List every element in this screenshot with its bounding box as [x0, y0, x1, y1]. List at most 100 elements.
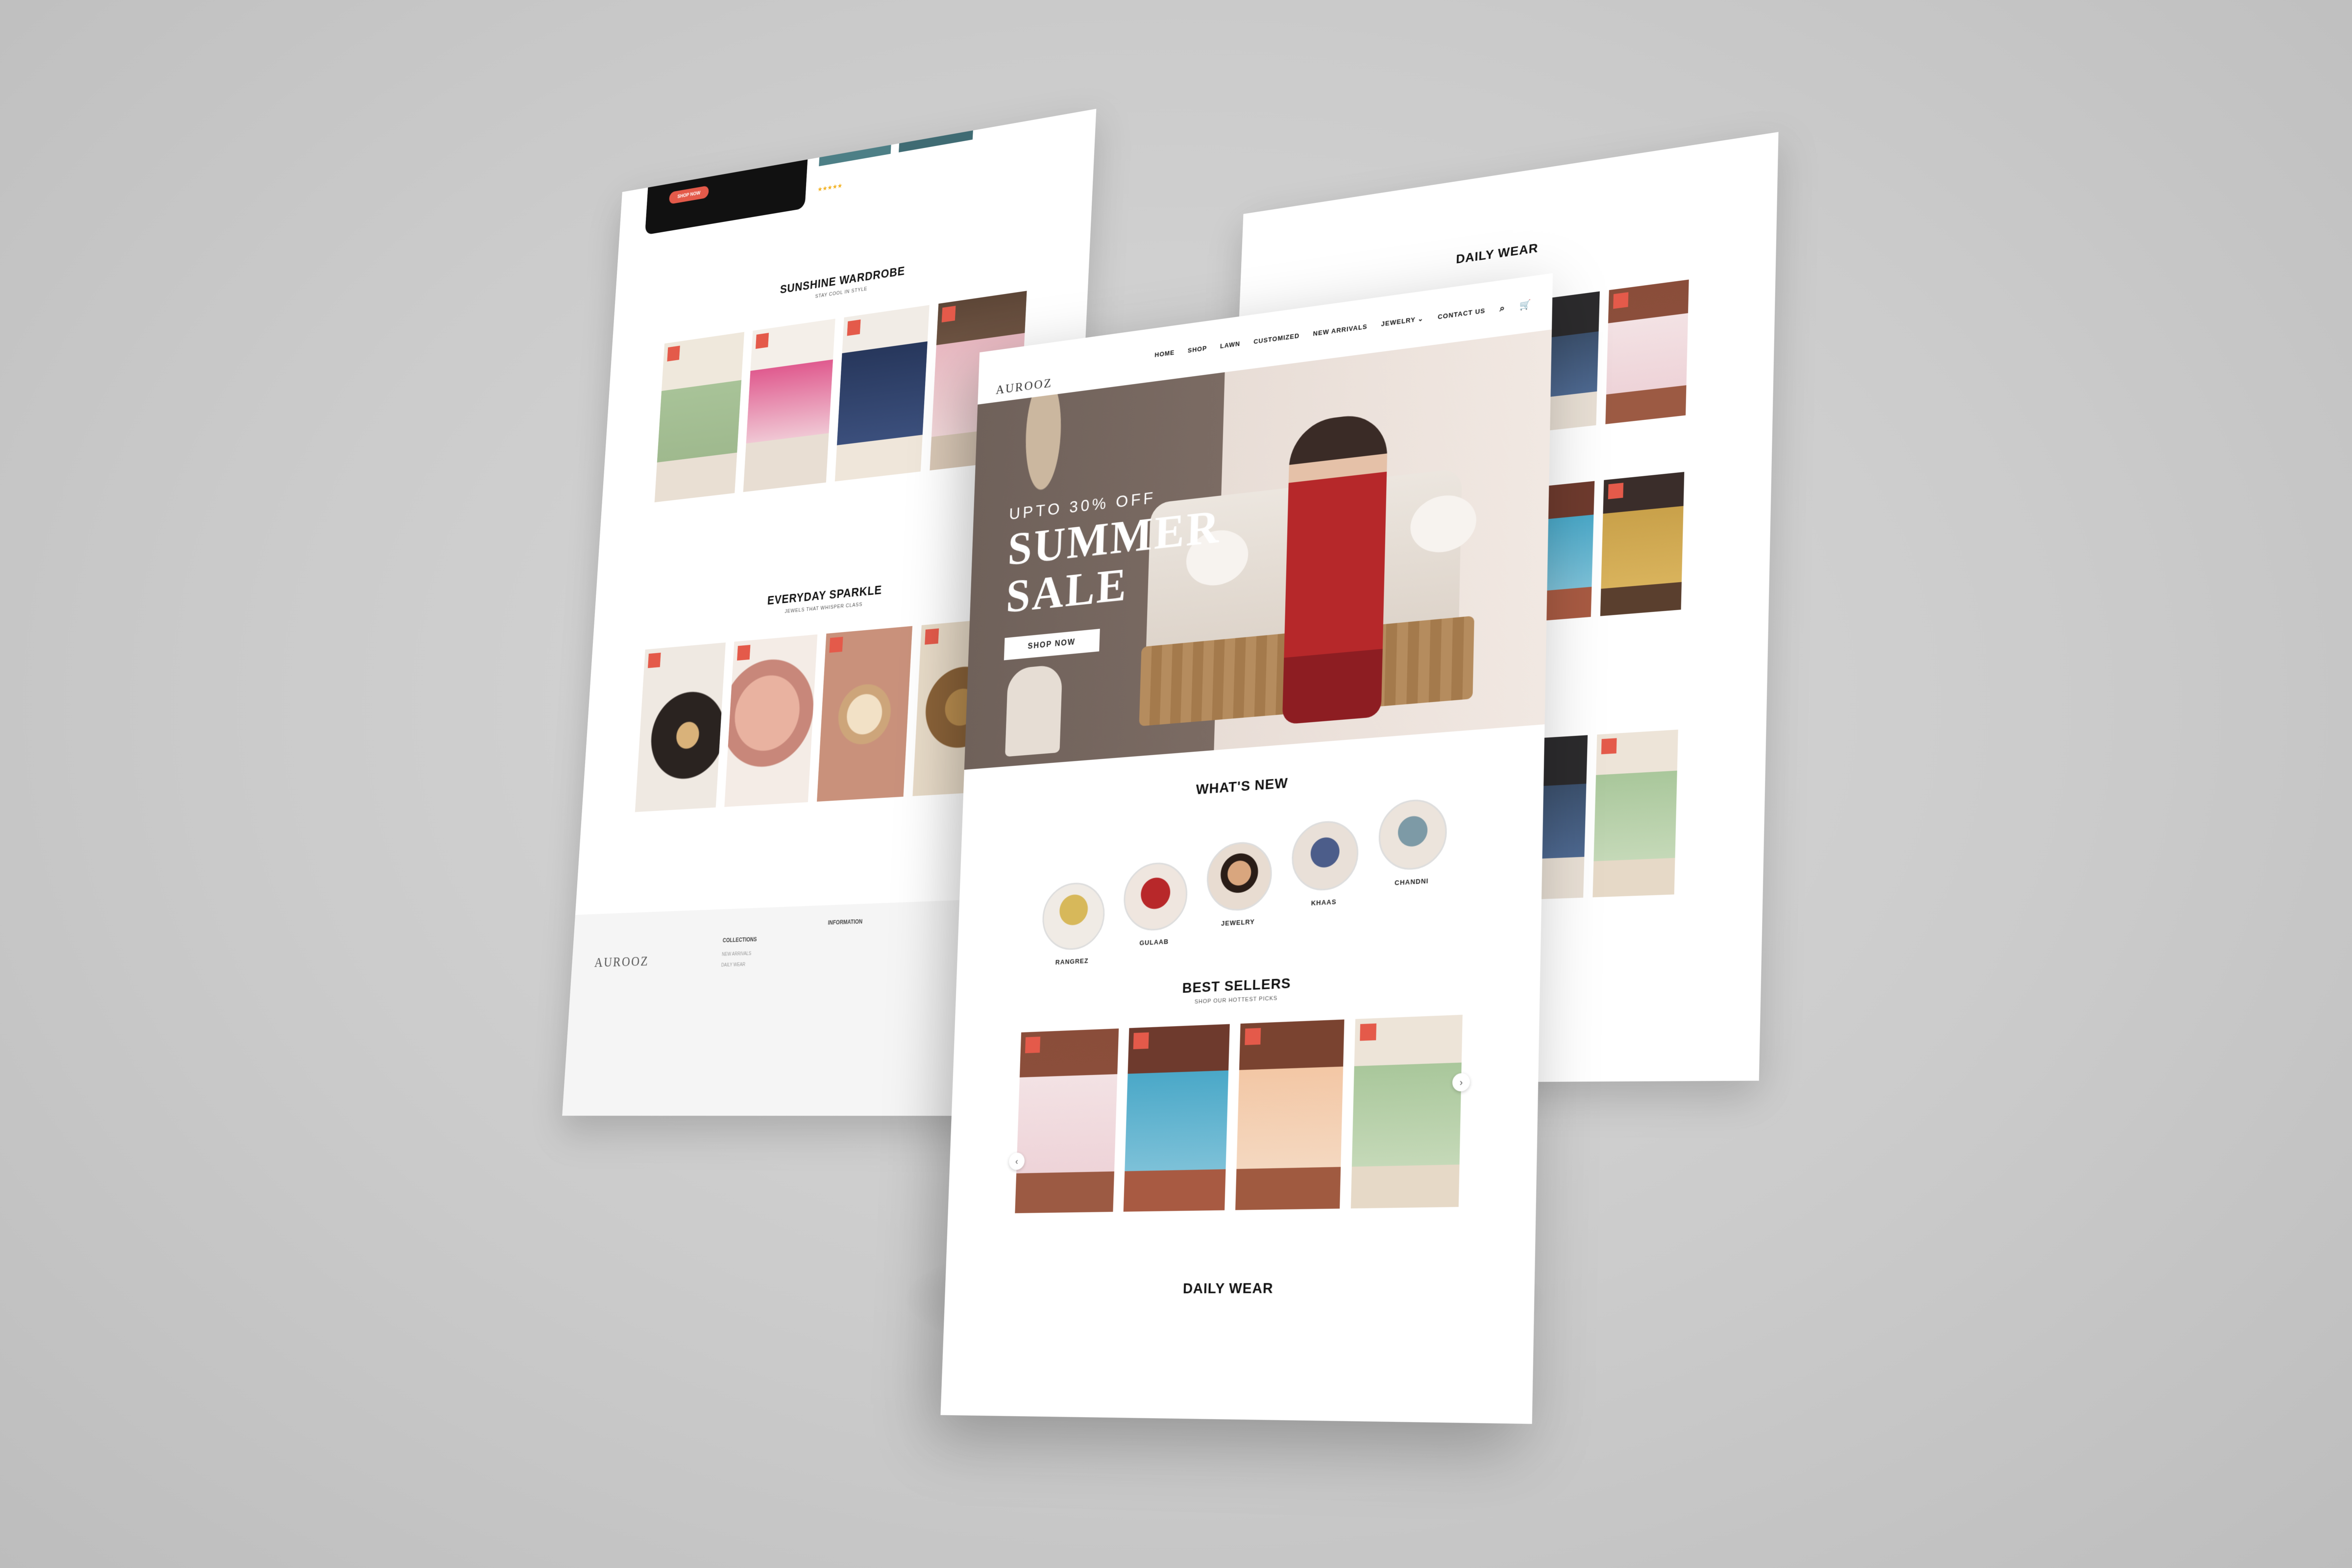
price-old [928, 494, 929, 500]
footer-link[interactable] [721, 973, 755, 974]
shop-now-button[interactable]: SHOP NOW [669, 185, 709, 205]
sale-badge [737, 645, 751, 661]
footer-logo: AUROOZ [594, 953, 650, 970]
category-image [1041, 881, 1106, 952]
sale-badge [1245, 1028, 1261, 1045]
hero-banner: UPTO 30% OFF SUMMER SALE SHOP NOW [964, 329, 1552, 770]
search-icon[interactable]: ⌕ [1499, 302, 1505, 314]
product-image [1235, 1019, 1345, 1210]
product-card[interactable] [633, 642, 726, 841]
top-product-2[interactable] [897, 130, 973, 181]
nav-shop[interactable]: SHOP [1188, 344, 1207, 354]
sale-badge [847, 319, 861, 336]
shop-now-label: SHOP NOW [677, 190, 701, 200]
price-old [741, 514, 742, 521]
nav-jewelry-label: JEWELRY [1381, 316, 1416, 328]
footer-link[interactable] [827, 933, 861, 934]
nav-lawn[interactable]: LAWN [1220, 340, 1240, 350]
price-old [815, 825, 816, 832]
footer-col-title: INFORMATION [828, 918, 863, 926]
product-card[interactable] [741, 318, 835, 521]
product-card[interactable] [833, 305, 930, 511]
product-image [1123, 1024, 1230, 1212]
product-image [1592, 729, 1678, 898]
product-image [1015, 1028, 1119, 1213]
category-image [1123, 860, 1189, 932]
category-image [1206, 840, 1273, 912]
category-rangrez[interactable]: RANGREZ [1041, 881, 1106, 967]
product-card[interactable] [1592, 729, 1678, 928]
product-image [743, 318, 835, 492]
price-new [819, 196, 820, 202]
product-card[interactable] [815, 626, 913, 832]
product-image [635, 642, 726, 812]
top-product-1[interactable]: ★★★★★ [817, 145, 891, 202]
sale-badge [1613, 292, 1629, 309]
top-banner: SHOP NOW [645, 150, 808, 235]
hero-model-image [1282, 411, 1389, 725]
product-name [1123, 1218, 1224, 1234]
category-label: KHAAS [1311, 898, 1337, 907]
product-card[interactable] [1234, 1019, 1345, 1244]
chevron-down-icon: ⌄ [1418, 314, 1424, 323]
decor-vase [1005, 664, 1063, 757]
whats-new-section: WHAT'S NEW RANGREZ GULAAB JEWELRY KHAAS … [957, 756, 1544, 971]
product-name [1235, 1216, 1340, 1233]
product-name [1014, 1219, 1113, 1236]
product-image [834, 305, 930, 482]
hero-shop-now-button[interactable]: SHOP NOW [1004, 629, 1100, 661]
sale-badge [1360, 1023, 1377, 1041]
product-card[interactable] [1605, 279, 1689, 454]
product-name [1600, 616, 1681, 637]
product-card[interactable] [1014, 1028, 1119, 1246]
mockup-scene: SHOP NOW ★★★★★ SUNSHINE WARDROBE STAY CO… [0, 0, 2352, 1568]
category-circles: RANGREZ GULAAB JEWELRY KHAAS CHANDNI [957, 791, 1544, 971]
category-khaas[interactable]: KHAAS [1289, 819, 1359, 955]
footer-col-collections: COLLECTIONS NEW ARRIVALS DAILY WEAR [721, 936, 757, 974]
sale-badge [1025, 1036, 1041, 1054]
footer-link[interactable] [721, 973, 755, 974]
nav-new-arrivals[interactable]: NEW ARRIVALS [1313, 322, 1368, 337]
category-label: GULAAB [1139, 937, 1169, 947]
nav-customized[interactable]: CUSTOMIZED [1253, 332, 1299, 345]
price-old [897, 175, 898, 181]
price-old [633, 835, 634, 841]
product-image [1600, 472, 1685, 616]
product-card[interactable] [723, 634, 818, 837]
sale-badge [941, 306, 956, 323]
footer-link[interactable]: NEW ARRIVALS [722, 951, 756, 957]
category-label: JEWELRY [1221, 918, 1255, 928]
footer-link[interactable]: DAILY WEAR [721, 962, 756, 968]
nav-jewelry[interactable]: JEWELRY ⌄ [1381, 315, 1423, 328]
footer-col-customer [932, 906, 933, 915]
footer-link[interactable] [827, 933, 861, 934]
sale-badge [1601, 738, 1617, 755]
product-card[interactable] [1599, 472, 1685, 646]
product-card[interactable] [1123, 1024, 1230, 1245]
footer-link[interactable] [827, 933, 861, 934]
category-gulaab[interactable]: GULAAB [1122, 860, 1189, 963]
nav-home[interactable]: HOME [1154, 348, 1175, 358]
daily-wear-heading: DAILY WEAR [1182, 1280, 1274, 1297]
best-sellers-carousel: ‹ › [947, 1012, 1540, 1247]
hero-text: UPTO 30% OFF SUMMER SALE SHOP NOW [1004, 481, 1223, 661]
footer-about [593, 980, 693, 982]
sale-badge [829, 637, 843, 653]
product-card[interactable] [653, 332, 745, 531]
footer-col-information: INFORMATION [827, 918, 862, 935]
category-image [1291, 819, 1359, 892]
chevron-right-icon[interactable]: › [1452, 1073, 1470, 1092]
price-new [835, 504, 836, 511]
sale-badge [667, 345, 680, 362]
category-chandni[interactable]: CHANDNI [1376, 797, 1448, 950]
product-card[interactable] [1350, 1014, 1463, 1243]
cart-icon[interactable]: 🛒 [1519, 299, 1532, 311]
product-image [1350, 1014, 1463, 1209]
price-new [655, 524, 656, 531]
price-new [725, 830, 726, 836]
category-jewelry[interactable]: JEWELRY [1204, 840, 1273, 959]
category-label: RANGREZ [1055, 956, 1089, 966]
sale-badge [755, 333, 769, 349]
nav-contact-us[interactable]: CONTACT US [1438, 306, 1486, 320]
category-image [1378, 797, 1448, 872]
